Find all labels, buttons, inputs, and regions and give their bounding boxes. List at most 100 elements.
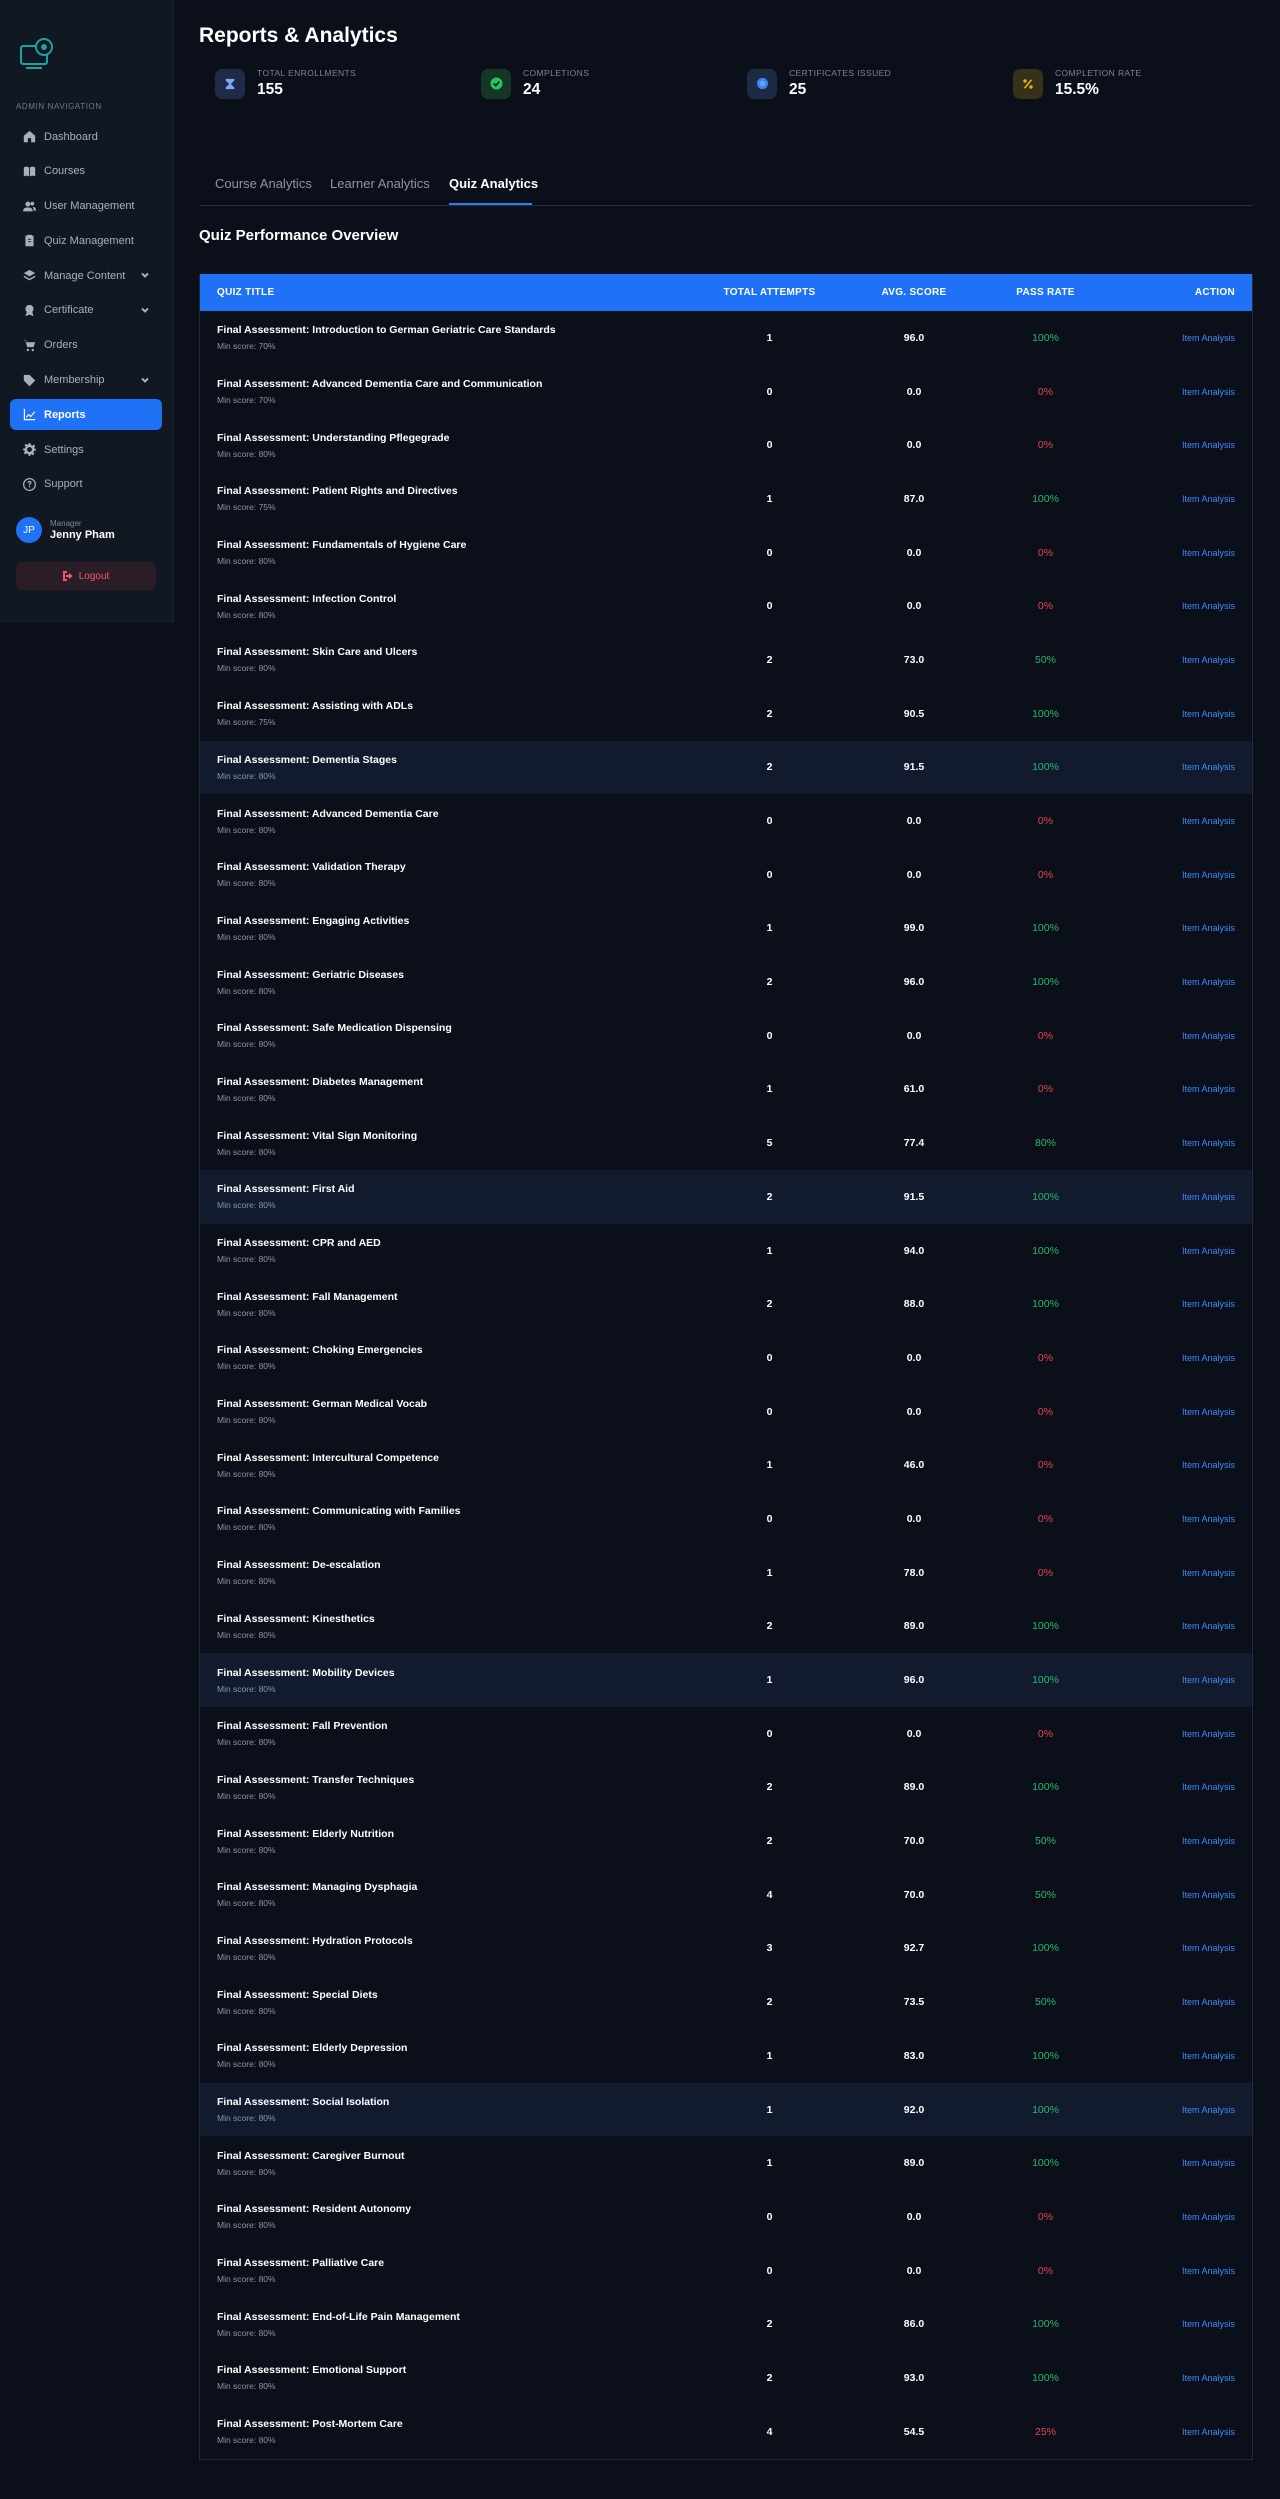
total-attempts-cell: 2 [766,2318,773,2331]
stat-label: TOTAL ENROLLMENTS [257,68,357,78]
item-analysis-link[interactable]: Item Analysis [1102,1031,1252,1041]
quiz-title-cell: Final Assessment: Post-Mortem Care Min sc… [200,2418,700,2445]
table-row: Final Assessment: Understanding Pflegegr… [200,418,1252,472]
item-analysis-link[interactable]: Item Analysis [1102,2051,1252,2061]
sidebar: ADMIN NAVIGATION Dashboard Courses User … [0,0,174,623]
sidebar-item-support[interactable]: Support [10,469,162,500]
tab-quiz-analytics[interactable]: Quiz Analytics [449,176,538,191]
table-row: Final Assessment: Advanced Dementia Care… [200,365,1252,419]
item-analysis-link[interactable]: Item Analysis [1102,1353,1252,1363]
item-analysis-link[interactable]: Item Analysis [1102,440,1252,450]
item-analysis-link[interactable]: Item Analysis [1102,977,1252,987]
sidebar-item-dashboard[interactable]: Dashboard [10,121,162,152]
tab-learner-analytics[interactable]: Learner Analytics [330,176,430,191]
avg-score-cell: 96.0 [903,976,925,989]
tab-course-analytics[interactable]: Course Analytics [215,176,312,191]
quiz-title: Final Assessment: Skin Care and Ulcers [217,646,418,659]
item-analysis-link[interactable]: Item Analysis [1102,870,1252,880]
pass-rate-cell: 100% [1032,922,1059,935]
table-row: Final Assessment: Caregiver Burnout Min s… [200,2136,1252,2190]
quiz-title-cell: Final Assessment: Fall Management Min sco… [200,1291,700,1318]
item-analysis-link[interactable]: Item Analysis [1102,1084,1252,1094]
sidebar-item-certificate[interactable]: Certificate [10,295,162,326]
quiz-title-cell: Final Assessment: End-of-Life Pain Manag… [200,2311,700,2338]
total-attempts-cell: 0 [766,2264,773,2277]
table-row: Final Assessment: Social Isolation Min sc… [200,2082,1252,2137]
total-attempts-cell: 1 [766,2157,773,2170]
quiz-title-cell: Final Assessment: Fundamentals of Hygien… [200,539,700,566]
item-analysis-link[interactable]: Item Analysis [1102,1729,1252,1739]
item-analysis-link[interactable]: Item Analysis [1102,762,1252,772]
quiz-min-score: Min score: 80% [217,2435,276,2446]
logout-button[interactable]: Logout [16,562,156,590]
quiz-title: Final Assessment: Intercultural Competen… [217,1451,439,1464]
item-analysis-link[interactable]: Item Analysis [1102,1621,1252,1631]
layers-icon [22,269,36,283]
avg-score-cell: 61.0 [903,1083,925,1096]
item-analysis-link[interactable]: Item Analysis [1102,1299,1252,1309]
quiz-title: Final Assessment: First Aid [217,1183,355,1196]
item-analysis-link[interactable]: Item Analysis [1102,2373,1252,2383]
quiz-min-score: Min score: 80% [217,1468,276,1479]
total-attempts-cell: 1 [766,1083,773,1096]
item-analysis-link[interactable]: Item Analysis [1102,1943,1252,1953]
quiz-min-score: Min score: 70% [217,395,276,406]
item-analysis-link[interactable]: Item Analysis [1102,1782,1252,1792]
item-analysis-link[interactable]: Item Analysis [1102,816,1252,826]
item-analysis-link[interactable]: Item Analysis [1102,1192,1252,1202]
item-analysis-link[interactable]: Item Analysis [1102,548,1252,558]
chevron-down-icon[interactable] [140,305,150,315]
quiz-title: Final Assessment: End-of-Life Pain Manag… [217,2310,460,2323]
quiz-min-score: Min score: 80% [217,1576,276,1587]
sidebar-item-settings[interactable]: Settings [10,434,162,465]
chevron-down-icon[interactable] [140,270,150,280]
sidebar-item-orders[interactable]: Orders [10,330,162,361]
item-analysis-link[interactable]: Item Analysis [1102,1568,1252,1578]
item-analysis-link[interactable]: Item Analysis [1102,1246,1252,1256]
item-analysis-link[interactable]: Item Analysis [1102,1460,1252,1470]
user-profile[interactable]: JP Manager Jenny Pham [16,517,115,543]
item-analysis-link[interactable]: Item Analysis [1102,1997,1252,2007]
item-analysis-link[interactable]: Item Analysis [1102,387,1252,397]
item-analysis-link[interactable]: Item Analysis [1102,709,1252,719]
item-analysis-link[interactable]: Item Analysis [1102,2319,1252,2329]
item-analysis-link[interactable]: Item Analysis [1102,2212,1252,2222]
item-analysis-link[interactable]: Item Analysis [1102,1514,1252,1524]
sidebar-item-quiz-management[interactable]: Quiz Management [10,225,162,256]
total-attempts-cell: 2 [766,1781,773,1794]
quiz-min-score: Min score: 80% [217,1683,276,1694]
total-attempts-cell: 0 [766,815,773,828]
table-row: Final Assessment: Hydration Protocols Min… [200,1922,1252,1976]
item-analysis-link[interactable]: Item Analysis [1102,923,1252,933]
item-analysis-link[interactable]: Item Analysis [1102,1675,1252,1685]
item-analysis-link[interactable]: Item Analysis [1102,2427,1252,2437]
item-analysis-link[interactable]: Item Analysis [1102,2266,1252,2276]
sidebar-item-manage-content[interactable]: Manage Content [10,260,162,291]
sidebar-item-courses[interactable]: Courses [10,156,162,187]
pass-rate-cell: 100% [1032,761,1059,774]
item-analysis-link[interactable]: Item Analysis [1102,1890,1252,1900]
quiz-min-score: Min score: 80% [217,1146,276,1157]
item-analysis-link[interactable]: Item Analysis [1102,2158,1252,2168]
sidebar-item-membership[interactable]: Membership [10,365,162,396]
quiz-min-score: Min score: 80% [217,2059,276,2070]
table-row: Final Assessment: German Medical Vocab Mi… [200,1385,1252,1439]
item-analysis-link[interactable]: Item Analysis [1102,333,1252,343]
item-analysis-link[interactable]: Item Analysis [1102,1836,1252,1846]
item-analysis-link[interactable]: Item Analysis [1102,601,1252,611]
sidebar-item-reports[interactable]: Reports [10,399,162,431]
item-analysis-link[interactable]: Item Analysis [1102,494,1252,504]
item-analysis-link[interactable]: Item Analysis [1102,2105,1252,2115]
logo-icon[interactable] [18,36,58,72]
pass-rate-cell: 0% [1037,1459,1054,1472]
chevron-down-icon[interactable] [140,375,150,385]
item-analysis-link[interactable]: Item Analysis [1102,1407,1252,1417]
item-analysis-link[interactable]: Item Analysis [1102,655,1252,665]
item-analysis-link[interactable]: Item Analysis [1102,1138,1252,1148]
quiz-title: Final Assessment: Geriatric Diseases [217,968,404,981]
quiz-min-score: Min score: 80% [217,2274,276,2285]
table-row: Final Assessment: Palliative Care Min sco… [200,2244,1252,2298]
quiz-title-cell: Final Assessment: First Aid Min score: 80… [200,1183,700,1210]
sidebar-item-user-management[interactable]: User Management [10,191,162,222]
avg-score-cell: 0.0 [906,600,922,613]
